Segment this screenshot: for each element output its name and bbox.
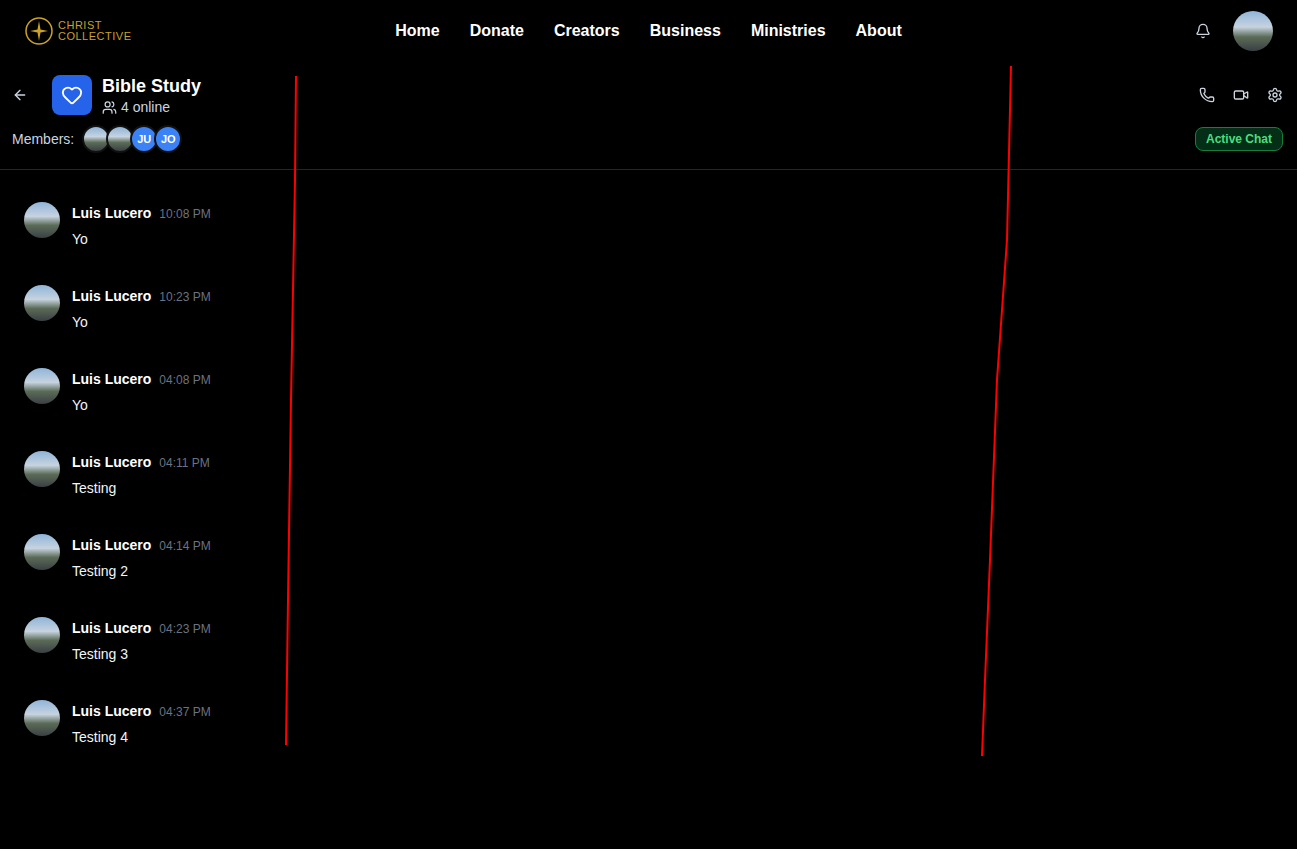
arrow-left-icon — [12, 87, 28, 103]
message-text: Testing — [72, 480, 210, 496]
message-body: Luis Lucero 04:14 PM Testing 2 — [72, 534, 211, 590]
notifications-button[interactable] — [1195, 23, 1211, 39]
top-nav: CHRISTCOLLECTIVE Home Donate Creators Busine… — [0, 0, 1297, 62]
message-avatar[interactable] — [24, 368, 60, 404]
annotation-line — [286, 76, 296, 745]
users-icon — [102, 100, 117, 115]
message-meta: Luis Lucero 04:23 PM — [72, 620, 211, 636]
nav-link[interactable]: Home — [395, 22, 439, 40]
phone-icon — [1199, 87, 1215, 103]
message-avatar[interactable] — [24, 617, 60, 653]
star-logo-icon — [24, 16, 54, 46]
message-author: Luis Lucero — [72, 454, 151, 470]
message-body: Luis Lucero 10:08 PM Yo — [72, 202, 211, 258]
message-text: Yo — [72, 397, 211, 413]
nav-link[interactable]: Business — [650, 22, 721, 40]
message-time: 10:08 PM — [159, 207, 210, 221]
message-author: Luis Lucero — [72, 537, 151, 553]
message-avatar[interactable] — [24, 700, 60, 736]
annotation-overlay — [0, 0, 1297, 849]
call-button[interactable] — [1199, 87, 1215, 103]
message-time: 04:08 PM — [159, 373, 210, 387]
message: Luis Lucero 04:11 PM Testing — [24, 451, 1273, 507]
chat-title-text: Bible Study 4 online — [102, 75, 201, 115]
message-body: Luis Lucero 04:08 PM Yo — [72, 368, 211, 424]
message-author: Luis Lucero — [72, 288, 151, 304]
message-meta: Luis Lucero 04:11 PM — [72, 454, 210, 470]
message: Luis Lucero 04:37 PM Testing 4 — [24, 700, 1273, 756]
message-avatar[interactable] — [24, 202, 60, 238]
message: Luis Lucero 04:08 PM Yo — [24, 368, 1273, 424]
message-list: Luis Lucero 10:08 PM Yo Luis Lucero 10:23 PM… — [0, 170, 1297, 756]
chat-title-row: Bible Study 4 online — [12, 75, 1283, 115]
message-time: 10:23 PM — [159, 290, 210, 304]
message-meta: Luis Lucero 04:37 PM — [72, 703, 211, 719]
members: Members: JUJO — [12, 125, 182, 153]
message-body: Luis Lucero 04:23 PM Testing 3 — [72, 617, 211, 673]
message-body: Luis Lucero 04:37 PM Testing 4 — [72, 700, 211, 756]
message: Luis Lucero 04:14 PM Testing 2 — [24, 534, 1273, 590]
members-row: Members: JUJO Active Chat — [12, 125, 1283, 153]
nav-link[interactable]: About — [856, 22, 902, 40]
message-text: Yo — [72, 231, 211, 247]
message-author: Luis Lucero — [72, 703, 151, 719]
message-body: Luis Lucero 04:11 PM Testing — [72, 451, 210, 507]
chat-title-group: Bible Study 4 online — [12, 75, 201, 115]
message-time: 04:14 PM — [159, 539, 210, 553]
logo[interactable]: CHRISTCOLLECTIVE — [24, 16, 395, 46]
annotation-line — [982, 66, 1011, 756]
group-avatar — [52, 75, 92, 115]
message-text: Yo — [72, 314, 211, 330]
members-label: Members: — [12, 131, 74, 147]
message-meta: Luis Lucero 10:08 PM — [72, 205, 211, 221]
user-avatar[interactable] — [1233, 11, 1273, 51]
chat-title: Bible Study — [102, 75, 201, 97]
bell-icon — [1195, 23, 1211, 39]
online-count: 4 online — [102, 99, 201, 115]
nav-link[interactable]: Creators — [554, 22, 620, 40]
gear-icon — [1267, 87, 1283, 103]
message: Luis Lucero 10:08 PM Yo — [24, 202, 1273, 258]
message-time: 04:11 PM — [159, 456, 209, 470]
message-text: Testing 3 — [72, 646, 211, 662]
back-button[interactable] — [12, 87, 28, 103]
member-avatars: JUJO — [82, 125, 182, 153]
chat-header: Bible Study 4 online Members: JUJO Active Ch… — [0, 62, 1297, 170]
chat-actions — [1199, 87, 1283, 103]
message: Luis Lucero 10:23 PM Yo — [24, 285, 1273, 341]
nav-links: Home Donate Creators Business Ministries Abou… — [395, 22, 902, 40]
message-meta: Luis Lucero 04:08 PM — [72, 371, 211, 387]
status-badge: Active Chat — [1195, 127, 1283, 151]
logo-text: CHRISTCOLLECTIVE — [58, 20, 131, 42]
video-icon — [1233, 87, 1249, 103]
message-avatar[interactable] — [24, 285, 60, 321]
heart-icon — [61, 84, 83, 106]
message-meta: Luis Lucero 10:23 PM — [72, 288, 211, 304]
message-text: Testing 2 — [72, 563, 211, 579]
message-author: Luis Lucero — [72, 205, 151, 221]
video-button[interactable] — [1233, 87, 1249, 103]
message: Luis Lucero 04:23 PM Testing 3 — [24, 617, 1273, 673]
settings-button[interactable] — [1267, 87, 1283, 103]
nav-link[interactable]: Donate — [470, 22, 524, 40]
nav-right — [902, 11, 1273, 51]
message-avatar[interactable] — [24, 534, 60, 570]
message-meta: Luis Lucero 04:14 PM — [72, 537, 211, 553]
member-initials[interactable]: JO — [154, 125, 182, 153]
message-text: Testing 4 — [72, 729, 211, 745]
message-time: 04:23 PM — [159, 622, 210, 636]
page: CHRISTCOLLECTIVE Home Donate Creators Busine… — [0, 0, 1297, 849]
message-time: 04:37 PM — [159, 705, 210, 719]
message-author: Luis Lucero — [72, 371, 151, 387]
message-avatar[interactable] — [24, 451, 60, 487]
nav-link[interactable]: Ministries — [751, 22, 826, 40]
message-author: Luis Lucero — [72, 620, 151, 636]
message-body: Luis Lucero 10:23 PM Yo — [72, 285, 211, 341]
